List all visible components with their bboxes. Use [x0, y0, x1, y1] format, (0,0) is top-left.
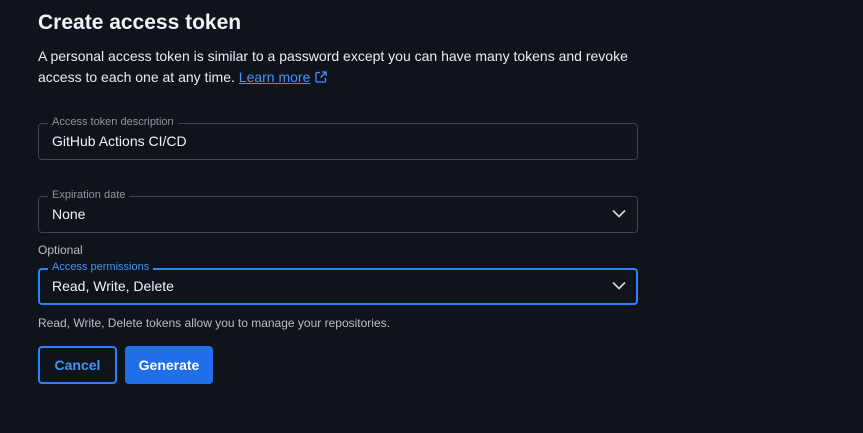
expiration-date-select[interactable]: Expiration date None — [38, 189, 638, 233]
expiration-date-label: Expiration date — [48, 189, 130, 202]
chevron-down-icon[interactable] — [612, 209, 626, 219]
token-description-input[interactable]: GitHub Actions CI/CD — [52, 133, 187, 149]
expiration-helper-text: Optional — [38, 243, 83, 257]
description-text: A personal access token is similar to a … — [38, 46, 638, 88]
expiration-date-value: None — [52, 206, 86, 222]
token-description-field[interactable]: Access token description GitHub Actions … — [38, 116, 638, 160]
access-permissions-label: Access permissions — [48, 261, 154, 274]
external-link-icon — [315, 71, 328, 83]
access-permissions-select[interactable]: Access permissions Read, Write, Delete — [38, 261, 638, 305]
token-description-label: Access token description — [48, 116, 178, 129]
chevron-down-icon[interactable] — [612, 281, 626, 291]
learn-more-label: Learn more — [238, 69, 311, 85]
cancel-button[interactable]: Cancel — [38, 346, 117, 384]
description-body: A personal access token is similar to a … — [38, 48, 628, 85]
generate-button[interactable]: Generate — [125, 346, 213, 384]
access-permissions-value: Read, Write, Delete — [52, 278, 174, 294]
permissions-helper-text: Read, Write, Delete tokens allow you to … — [38, 316, 390, 330]
learn-more-link[interactable]: Learn more — [239, 69, 328, 85]
page-title: Create access token — [38, 11, 242, 34]
